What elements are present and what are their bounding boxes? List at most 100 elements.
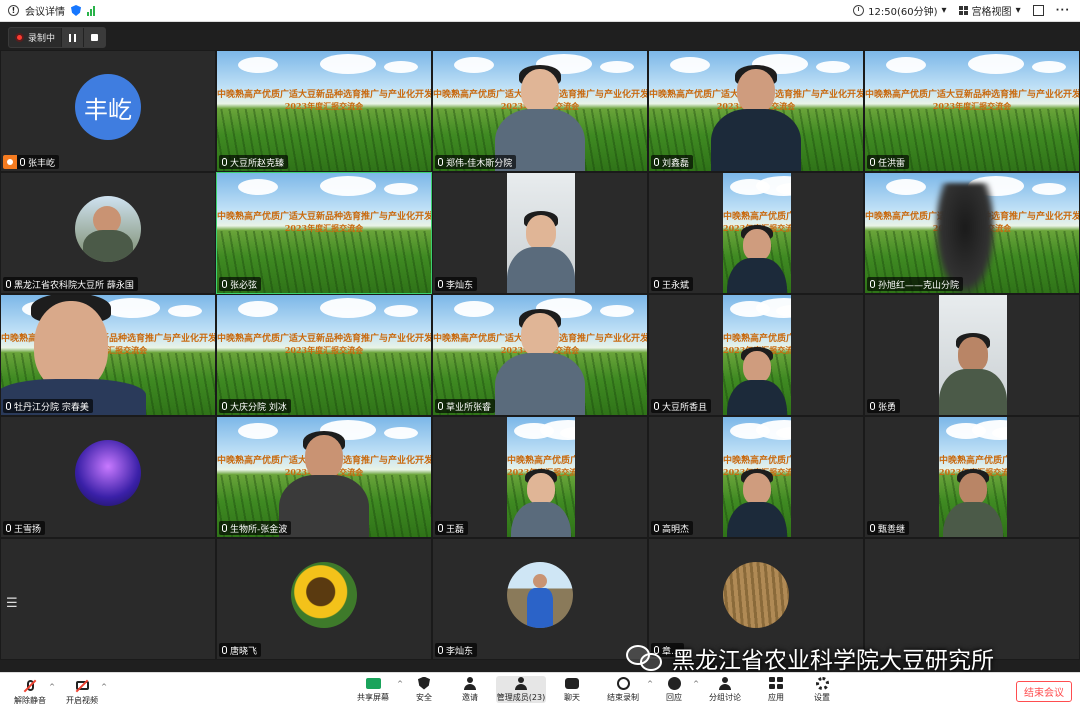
members-icon: [514, 676, 528, 690]
participant-name-tag: 生物所-张金波: [219, 521, 292, 535]
video-options-caret[interactable]: ^: [101, 683, 107, 691]
breakout-button[interactable]: 分组讨论: [700, 676, 750, 703]
video-tile[interactable]: 中晚熟高产优质广适大豆新品种选育推广与产业化开发 2023年度汇报交流会 孙旭红…: [864, 172, 1080, 294]
participant-name-tag: 任洪雷: [867, 155, 910, 169]
video-tile[interactable]: 李灿东: [432, 172, 648, 294]
mic-icon: [222, 158, 227, 166]
apps-button[interactable]: 应用: [756, 676, 796, 703]
security-shield-icon[interactable]: [71, 5, 81, 16]
chat-button[interactable]: 聊天: [552, 676, 592, 703]
info-icon[interactable]: !: [8, 5, 19, 16]
video-tile[interactable]: 中晚熟高产优质广适大豆新品种选育推广与产业化开发 2023年度汇报交流会 刘鑫磊: [648, 50, 864, 172]
video-tile[interactable]: 中晚熟高产优质广适大豆新品种选育推广与产业化开发 2023年度汇报交流会 任洪雷: [864, 50, 1080, 172]
reaction-icon: [667, 676, 681, 690]
stop-recording-button[interactable]: [83, 28, 106, 47]
video-tile[interactable]: 中晚熟高产优质广适大豆新品种选育推广与产业化开发 2023年度汇报交流会 大豆所…: [648, 294, 864, 416]
meeting-banner-background: 中晚熟高产优质广适大豆新品种选育推广与产业化开发 2023年度汇报交流会: [217, 295, 431, 415]
participant-name-tag: 大庆分院 刘冰: [219, 399, 291, 413]
participant-video: [495, 51, 585, 171]
share-screen-button[interactable]: 共享屏幕 ^: [348, 676, 403, 703]
recording-status: 录制中: [9, 31, 61, 44]
mic-icon: [222, 524, 227, 532]
video-tile[interactable]: 唐晓飞: [216, 538, 432, 660]
fullscreen-icon[interactable]: [1032, 5, 1044, 16]
bottom-toolbar: 解除静音 ^ 开启视频 ^ 共享屏幕 ^ 安全 邀请 管理成员(23) 聊天 结…: [0, 672, 1080, 709]
participant-video: [939, 295, 1007, 415]
video-tile[interactable]: 中晚熟高产优质广适大豆新品种选育推广与产业化开发 2023年度汇报交流会 甄善继: [864, 416, 1080, 538]
clock-icon: [853, 5, 865, 16]
participant-video: [279, 417, 369, 537]
participant-name-tag: 孙旭红——克山分院: [867, 277, 964, 291]
watermark: 黑龙江省农业科学院大豆研究所: [626, 640, 994, 676]
video-tile[interactable]: 中晚熟高产优质广适大豆新品种选育推广与产业化开发 2023年度汇报交流会 大庆分…: [216, 294, 432, 416]
video-tile[interactable]: 中晚熟高产优质广适大豆新品种选育推广与产业化开发 2023年度汇报交流会 生物所…: [216, 416, 432, 538]
end-recording-button[interactable]: 结束录制 ^: [598, 676, 653, 703]
video-tile[interactable]: 丰屹 张丰屹: [0, 50, 216, 172]
pause-recording-button[interactable]: [61, 28, 84, 47]
settings-button[interactable]: 设置: [802, 676, 842, 703]
start-video-button[interactable]: 开启视频 ^: [62, 679, 107, 706]
participant-name-tag: 王永斌: [651, 277, 694, 291]
host-badge-icon: [3, 155, 17, 169]
signal-strength-icon[interactable]: [87, 5, 95, 16]
mic-icon: [438, 280, 443, 288]
video-tile[interactable]: 中晚熟高产优质广适大豆新品种选育推广与产业化开发 2023年度汇报交流会 草业所…: [432, 294, 648, 416]
mic-icon: [438, 646, 443, 654]
video-tile[interactable]: 中晚熟高产优质广适大豆新品种选育推广与产业化开发 2023年度汇报交流会 大豆所…: [216, 50, 432, 172]
participant-name-tag: 黑龙江省农科院大豆所 薛永国: [3, 277, 138, 291]
mic-icon: [870, 158, 875, 166]
invite-button[interactable]: 邀请: [450, 676, 490, 703]
chat-icon: [565, 677, 579, 689]
manage-members-button[interactable]: 管理成员(23): [496, 676, 546, 703]
unmute-options-caret[interactable]: ^: [49, 683, 55, 691]
unmute-button[interactable]: 解除静音 ^: [10, 679, 55, 706]
mic-icon: [6, 524, 11, 532]
mic-icon: [870, 524, 875, 532]
reaction-options-caret[interactable]: ^: [693, 680, 699, 688]
video-tile[interactable]: 中晚熟高产优质广适大豆新品种选育推广与产业化开发 2023年度汇报交流会 王磊: [432, 416, 648, 538]
video-tile[interactable]: 中晚熟高产优质广适大豆新品种选育推广与产业化开发 2023年度汇报交流会 王永斌: [648, 172, 864, 294]
record-icon: [616, 676, 630, 690]
end-meeting-button[interactable]: 结束会议: [1016, 681, 1072, 702]
participant-name-tag: 草业所张睿: [435, 399, 496, 413]
mic-icon: [654, 280, 659, 288]
grid-view-icon: [958, 6, 968, 15]
meeting-info-link[interactable]: 会议详情: [25, 3, 65, 18]
more-options-icon[interactable]: ···: [1056, 5, 1070, 16]
meeting-banner-background: 中晚熟高产优质广适大豆新品种选育推广与产业化开发 2023年度汇报交流会: [217, 173, 431, 293]
security-button[interactable]: 安全: [404, 676, 444, 703]
participant-video: [495, 295, 585, 415]
video-tile[interactable]: 中晚熟高产优质广适大豆新品种选育推广与产业化开发 2023年度汇报交流会 郑伟-…: [432, 50, 648, 172]
video-tile[interactable]: 中晚熟高产优质广适大豆新品种选育推广与产业化开发 2023年度汇报交流会 张必弦: [216, 172, 432, 294]
mic-icon: [222, 280, 227, 288]
participant-name-tag: 大豆所香且: [651, 399, 712, 413]
view-mode-dropdown[interactable]: 宫格视图 ▾: [958, 3, 1021, 18]
participant-avatar: [291, 562, 357, 629]
apps-grid-icon: [769, 677, 783, 689]
video-tile[interactable]: 中晚熟高产优质广适大豆新品种选育推广与产业化开发 2023年度汇报交流会 高明杰: [648, 416, 864, 538]
video-tile[interactable]: 李灿东: [432, 538, 648, 660]
video-tile[interactable]: 张勇: [864, 294, 1080, 416]
banner-title: 中晚熟高产优质广适大豆新品种选育推广与产业化开发: [865, 90, 1080, 100]
participant-avatar: [723, 562, 789, 629]
mic-icon: [654, 402, 659, 410]
recording-controls: 录制中: [8, 27, 107, 48]
participant-list-icon[interactable]: ☰: [6, 596, 18, 611]
participant-name-tag: 刘鑫磊: [651, 155, 694, 169]
recording-options-caret[interactable]: ^: [647, 680, 653, 688]
meeting-timer[interactable]: 12:50(60分钟) ▾: [853, 3, 947, 18]
reactions-button[interactable]: 回应 ^: [654, 676, 699, 703]
banner-subtitle: 2023年度汇报交流会: [284, 101, 364, 111]
participant-video: [943, 417, 1003, 537]
share-options-caret[interactable]: ^: [397, 680, 403, 688]
mic-icon: [222, 646, 227, 654]
pause-icon: [69, 33, 77, 42]
participant-name-tag: 张必弦: [219, 277, 262, 291]
participant-name-tag: 李灿东: [435, 277, 478, 291]
video-tile[interactable]: 中晚熟高产优质广适大豆新品种选育推广与产业化开发 2023年度汇报交流会 牡丹江…: [0, 294, 216, 416]
participant-name-tag: 甄善继: [867, 521, 910, 535]
video-tile[interactable]: 王雪扬: [0, 416, 216, 538]
video-tile[interactable]: 黑龙江省农科院大豆所 薛永国: [0, 172, 216, 294]
participant-video: [939, 295, 1007, 415]
mic-icon: [222, 402, 227, 410]
